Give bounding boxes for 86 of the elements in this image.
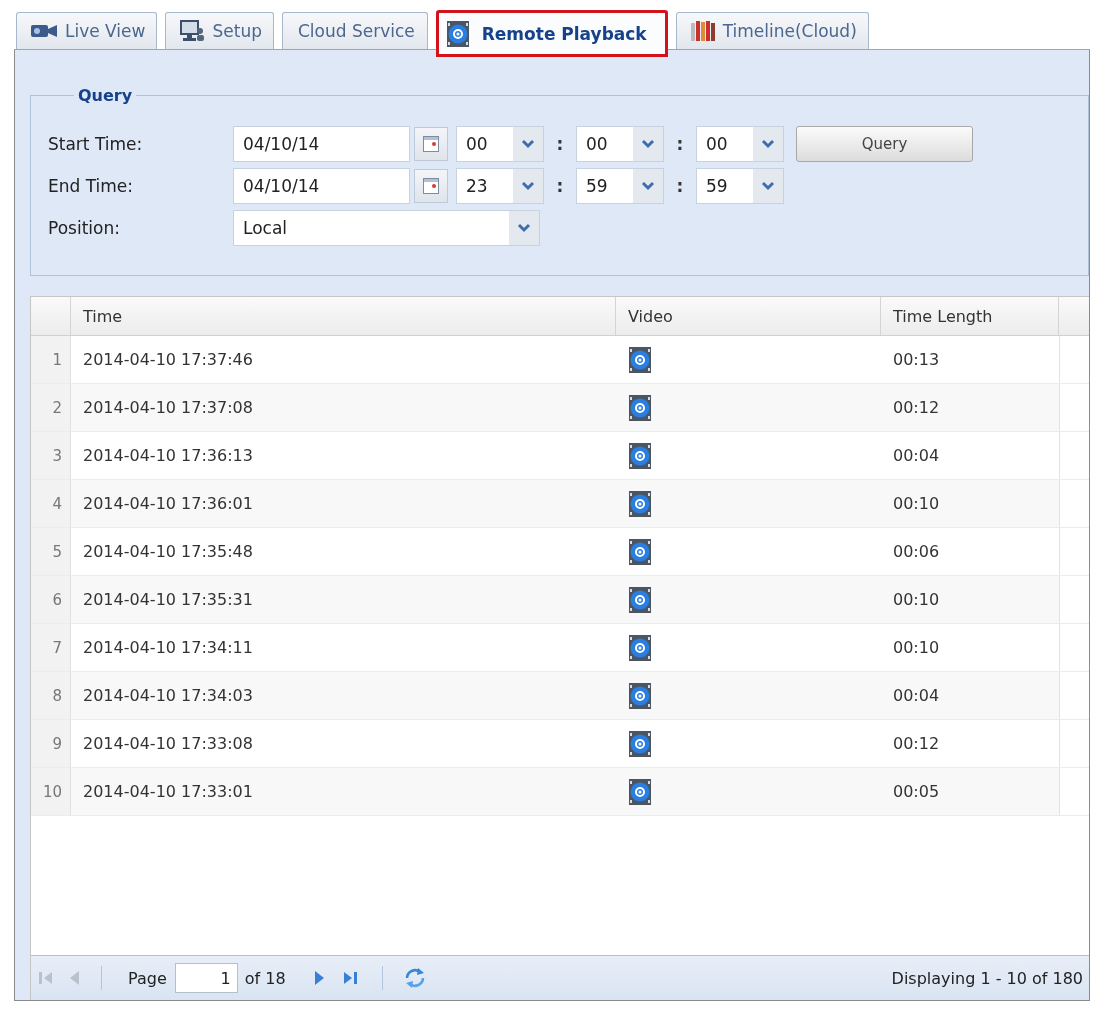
fieldset-legend: Query [74, 86, 137, 105]
date-field[interactable]: 04/10/14 [233, 168, 410, 204]
page-label: Page [128, 968, 167, 988]
row-number: 4 [31, 480, 71, 527]
page-field[interactable]: 1 [174, 963, 238, 993]
calendar-icon [423, 178, 439, 194]
table-row[interactable]: 2 2014-04-10 17:37:08 00:12 [31, 384, 1089, 432]
table-cell-text: 2014-04-10 17:33:01 [82, 781, 254, 803]
calendar-button[interactable] [414, 127, 448, 161]
field-label: Start Time: [48, 134, 144, 154]
row-number: 8 [31, 672, 71, 719]
column-header[interactable]: Time Length [881, 297, 1059, 335]
table-row[interactable]: 1 2014-04-10 17:37:46 00:13 [31, 336, 1089, 384]
time-separator: : [675, 134, 685, 154]
column-header[interactable]: Time [71, 297, 616, 335]
time-separator: : [675, 176, 685, 196]
tab[interactable]: Remote Playback [435, 10, 668, 57]
row-number: 6 [31, 576, 71, 623]
row-number: 7 [31, 624, 71, 671]
table-cell-text: 2014-04-10 17:37:08 [82, 397, 254, 419]
table-cell-text: 2014-04-10 17:33:08 [82, 733, 254, 755]
position-select[interactable]: Local [233, 210, 540, 246]
table-cell-text: 2014-04-10 17:36:01 [82, 493, 254, 515]
table-row[interactable]: 4 2014-04-10 17:36:01 00:10 [31, 480, 1089, 528]
field-label: End Time: [48, 176, 135, 196]
chevron-down-icon [513, 169, 543, 203]
table-row[interactable]: 9 2014-04-10 17:33:08 00:12 [31, 720, 1089, 768]
table-row[interactable]: 5 2014-04-10 17:35:48 00:06 [31, 528, 1089, 576]
query-button[interactable]: Query [796, 126, 973, 162]
monitor-icon [180, 20, 205, 42]
tab[interactable]: Live View [16, 12, 158, 49]
second-select[interactable]: 00 [696, 126, 784, 162]
tab[interactable]: Setup [165, 12, 274, 49]
table-cell-text: 00:10 [892, 493, 941, 515]
chevron-down-icon [513, 127, 543, 161]
table-cell-text: 00:13 [892, 349, 941, 371]
row-number: 2 [31, 384, 71, 431]
chevron-down-icon [633, 169, 663, 203]
column-header[interactable]: Video [616, 297, 881, 335]
hour-select[interactable]: 23 [456, 168, 544, 204]
chevron-down-icon [633, 127, 663, 161]
table-cell-text: 00:05 [892, 781, 941, 803]
table-cell-text: 00:12 [892, 733, 941, 755]
table-cell-text: 00:10 [892, 637, 941, 659]
page-count: of 18 [244, 968, 286, 988]
table-cell-text: 2014-04-10 17:34:11 [82, 637, 254, 659]
row-number: 3 [31, 432, 71, 479]
table-cell-text: 2014-04-10 17:34:03 [82, 685, 254, 707]
table-cell-text: 00:10 [892, 589, 941, 611]
next-page-icon[interactable] [314, 971, 325, 985]
table-row[interactable]: 3 2014-04-10 17:36:13 00:04 [31, 432, 1089, 480]
minute-select[interactable]: 00 [576, 126, 664, 162]
bars-icon [690, 21, 715, 41]
chevron-down-icon [753, 169, 783, 203]
row-number: 9 [31, 720, 71, 767]
table-cell-text: 00:12 [892, 397, 941, 419]
paging-status: Displaying 1 - 10 of 180 [891, 968, 1083, 988]
tab[interactable]: Cloud Service [281, 12, 428, 49]
last-page-icon[interactable] [341, 970, 358, 986]
time-separator: : [555, 134, 565, 154]
calendar-button[interactable] [414, 169, 448, 203]
row-number: 5 [31, 528, 71, 575]
table-cell-text: 00:06 [892, 541, 941, 563]
calendar-icon [423, 136, 439, 152]
table-cell-text: 2014-04-10 17:36:13 [82, 445, 254, 467]
table-cell-text: 2014-04-10 17:35:31 [82, 589, 254, 611]
tab[interactable]: Timeline(Cloud) [675, 12, 869, 49]
table-cell-text: 00:04 [892, 445, 941, 467]
minute-select[interactable]: 59 [576, 168, 664, 204]
date-field[interactable]: 04/10/14 [233, 126, 410, 162]
video-camera-icon [31, 23, 57, 39]
table-row[interactable]: 8 2014-04-10 17:34:03 00:04 [31, 672, 1089, 720]
row-number: 10 [31, 768, 71, 815]
table-row[interactable]: 6 2014-04-10 17:35:31 00:10 [31, 576, 1089, 624]
chevron-down-icon [509, 211, 539, 245]
row-number: 1 [31, 336, 71, 383]
second-select[interactable]: 59 [696, 168, 784, 204]
table-cell-text: 2014-04-10 17:37:46 [82, 349, 254, 371]
field-label: Position: [48, 218, 121, 238]
chevron-down-icon [753, 127, 783, 161]
hour-select[interactable]: 00 [456, 126, 544, 162]
table-row[interactable]: 10 2014-04-10 17:33:01 00:05 [31, 768, 1089, 816]
table-row[interactable]: 7 2014-04-10 17:34:11 00:10 [31, 624, 1089, 672]
table-cell-text: 00:04 [892, 685, 941, 707]
time-separator: : [555, 176, 565, 196]
table-cell-text: 2014-04-10 17:35:48 [82, 541, 254, 563]
